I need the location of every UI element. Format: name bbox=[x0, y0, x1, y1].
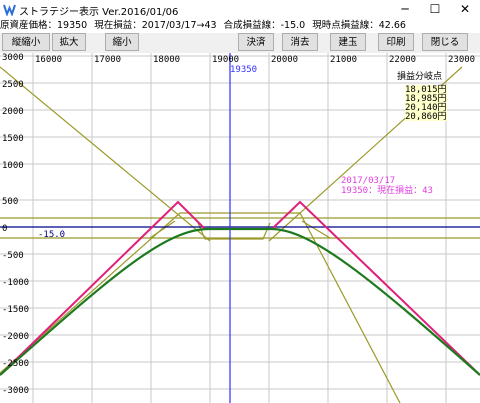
x-tick-label: 22000 bbox=[389, 55, 416, 65]
print-button[interactable]: 印刷 bbox=[378, 33, 414, 51]
annotation-date: 2017/03/17 bbox=[341, 176, 395, 186]
y-tick-label: 3000 bbox=[2, 53, 24, 63]
x-tick-label: 19000 bbox=[212, 55, 239, 65]
current-price-label: 19350 bbox=[230, 65, 257, 75]
x-tick-label: 18000 bbox=[153, 55, 180, 65]
y-tick-label: 0 bbox=[2, 224, 7, 234]
settle-button[interactable]: 決済 bbox=[238, 33, 274, 51]
x-tick-label: 20000 bbox=[271, 55, 298, 65]
zoom-out-button[interactable]: 縮小 bbox=[105, 33, 139, 51]
y-tick-label: -1000 bbox=[2, 278, 29, 288]
y-tick-label: -2000 bbox=[2, 332, 29, 342]
delete-button[interactable]: 消去 bbox=[282, 33, 318, 51]
title-bar: ストラテジー表示 Ver.2016/01/06 ─ ☐ ✕ bbox=[0, 0, 480, 19]
asset-price: 原資産価格：19350 bbox=[0, 20, 88, 31]
payoff-chart-svg: 3000 2500 2000 1500 1000 500 0 -500 -100… bbox=[0, 53, 480, 403]
combined-pl: 合成損益線：-15.0 bbox=[223, 20, 306, 31]
x-tick-label: 17000 bbox=[94, 55, 121, 65]
breakeven-point: 20,860円 bbox=[405, 111, 447, 122]
close-window-button[interactable]: 閉じる bbox=[422, 33, 468, 51]
window-title: ストラテジー表示 Ver.2016/01/06 bbox=[19, 7, 179, 18]
maximize-button[interactable]: ☐ bbox=[420, 0, 450, 19]
zero-line-label: -15.0 bbox=[38, 230, 65, 240]
y-tick-label: -500 bbox=[2, 251, 24, 261]
payoff-chart: 3000 2500 2000 1500 1000 500 0 -500 -100… bbox=[0, 53, 480, 403]
annotation-value: 19350：現在損益：43 bbox=[341, 184, 433, 196]
y-tick-label: 1500 bbox=[2, 134, 24, 144]
y-tick-label: -3000 bbox=[2, 386, 29, 396]
close-button[interactable]: ✕ bbox=[450, 0, 480, 19]
x-tick-label: 23000 bbox=[448, 55, 475, 65]
current-point-pl: 現時点損益線：42.66 bbox=[312, 20, 406, 31]
component-line-left-notch bbox=[149, 220, 176, 239]
component-line-center-notch bbox=[197, 222, 271, 240]
vertical-shrink-button[interactable]: 縦縮小 bbox=[2, 33, 50, 51]
y-tick-label: 2000 bbox=[2, 107, 24, 117]
current-payoff-curve bbox=[0, 227, 480, 376]
breakeven-title: 損益分岐点 bbox=[397, 70, 442, 82]
y-tick-label: 2500 bbox=[2, 80, 24, 90]
y-tick-label: -2500 bbox=[2, 359, 29, 369]
position-button[interactable]: 建玉 bbox=[330, 33, 366, 51]
x-tick-label: 21000 bbox=[330, 55, 357, 65]
y-tick-label: 500 bbox=[2, 197, 18, 207]
current-pl: 現在損益：2017/03/17→43 bbox=[94, 20, 217, 31]
zoom-in-button[interactable]: 拡大 bbox=[52, 33, 86, 51]
toolbar: 縦縮小 拡大 縮小 決済 消去 建玉 印刷 閉じる bbox=[0, 33, 480, 53]
y-tick-label: 1000 bbox=[2, 161, 24, 171]
x-tick-label: 16000 bbox=[35, 55, 62, 65]
y-tick-label: -1500 bbox=[2, 305, 29, 315]
minimize-button[interactable]: ─ bbox=[390, 0, 420, 19]
app-icon bbox=[3, 4, 16, 16]
component-line-right-notch bbox=[301, 220, 331, 239]
info-bar: 原資産価格：19350 現在損益：2017/03/17→43 合成損益線：-15… bbox=[0, 19, 480, 33]
